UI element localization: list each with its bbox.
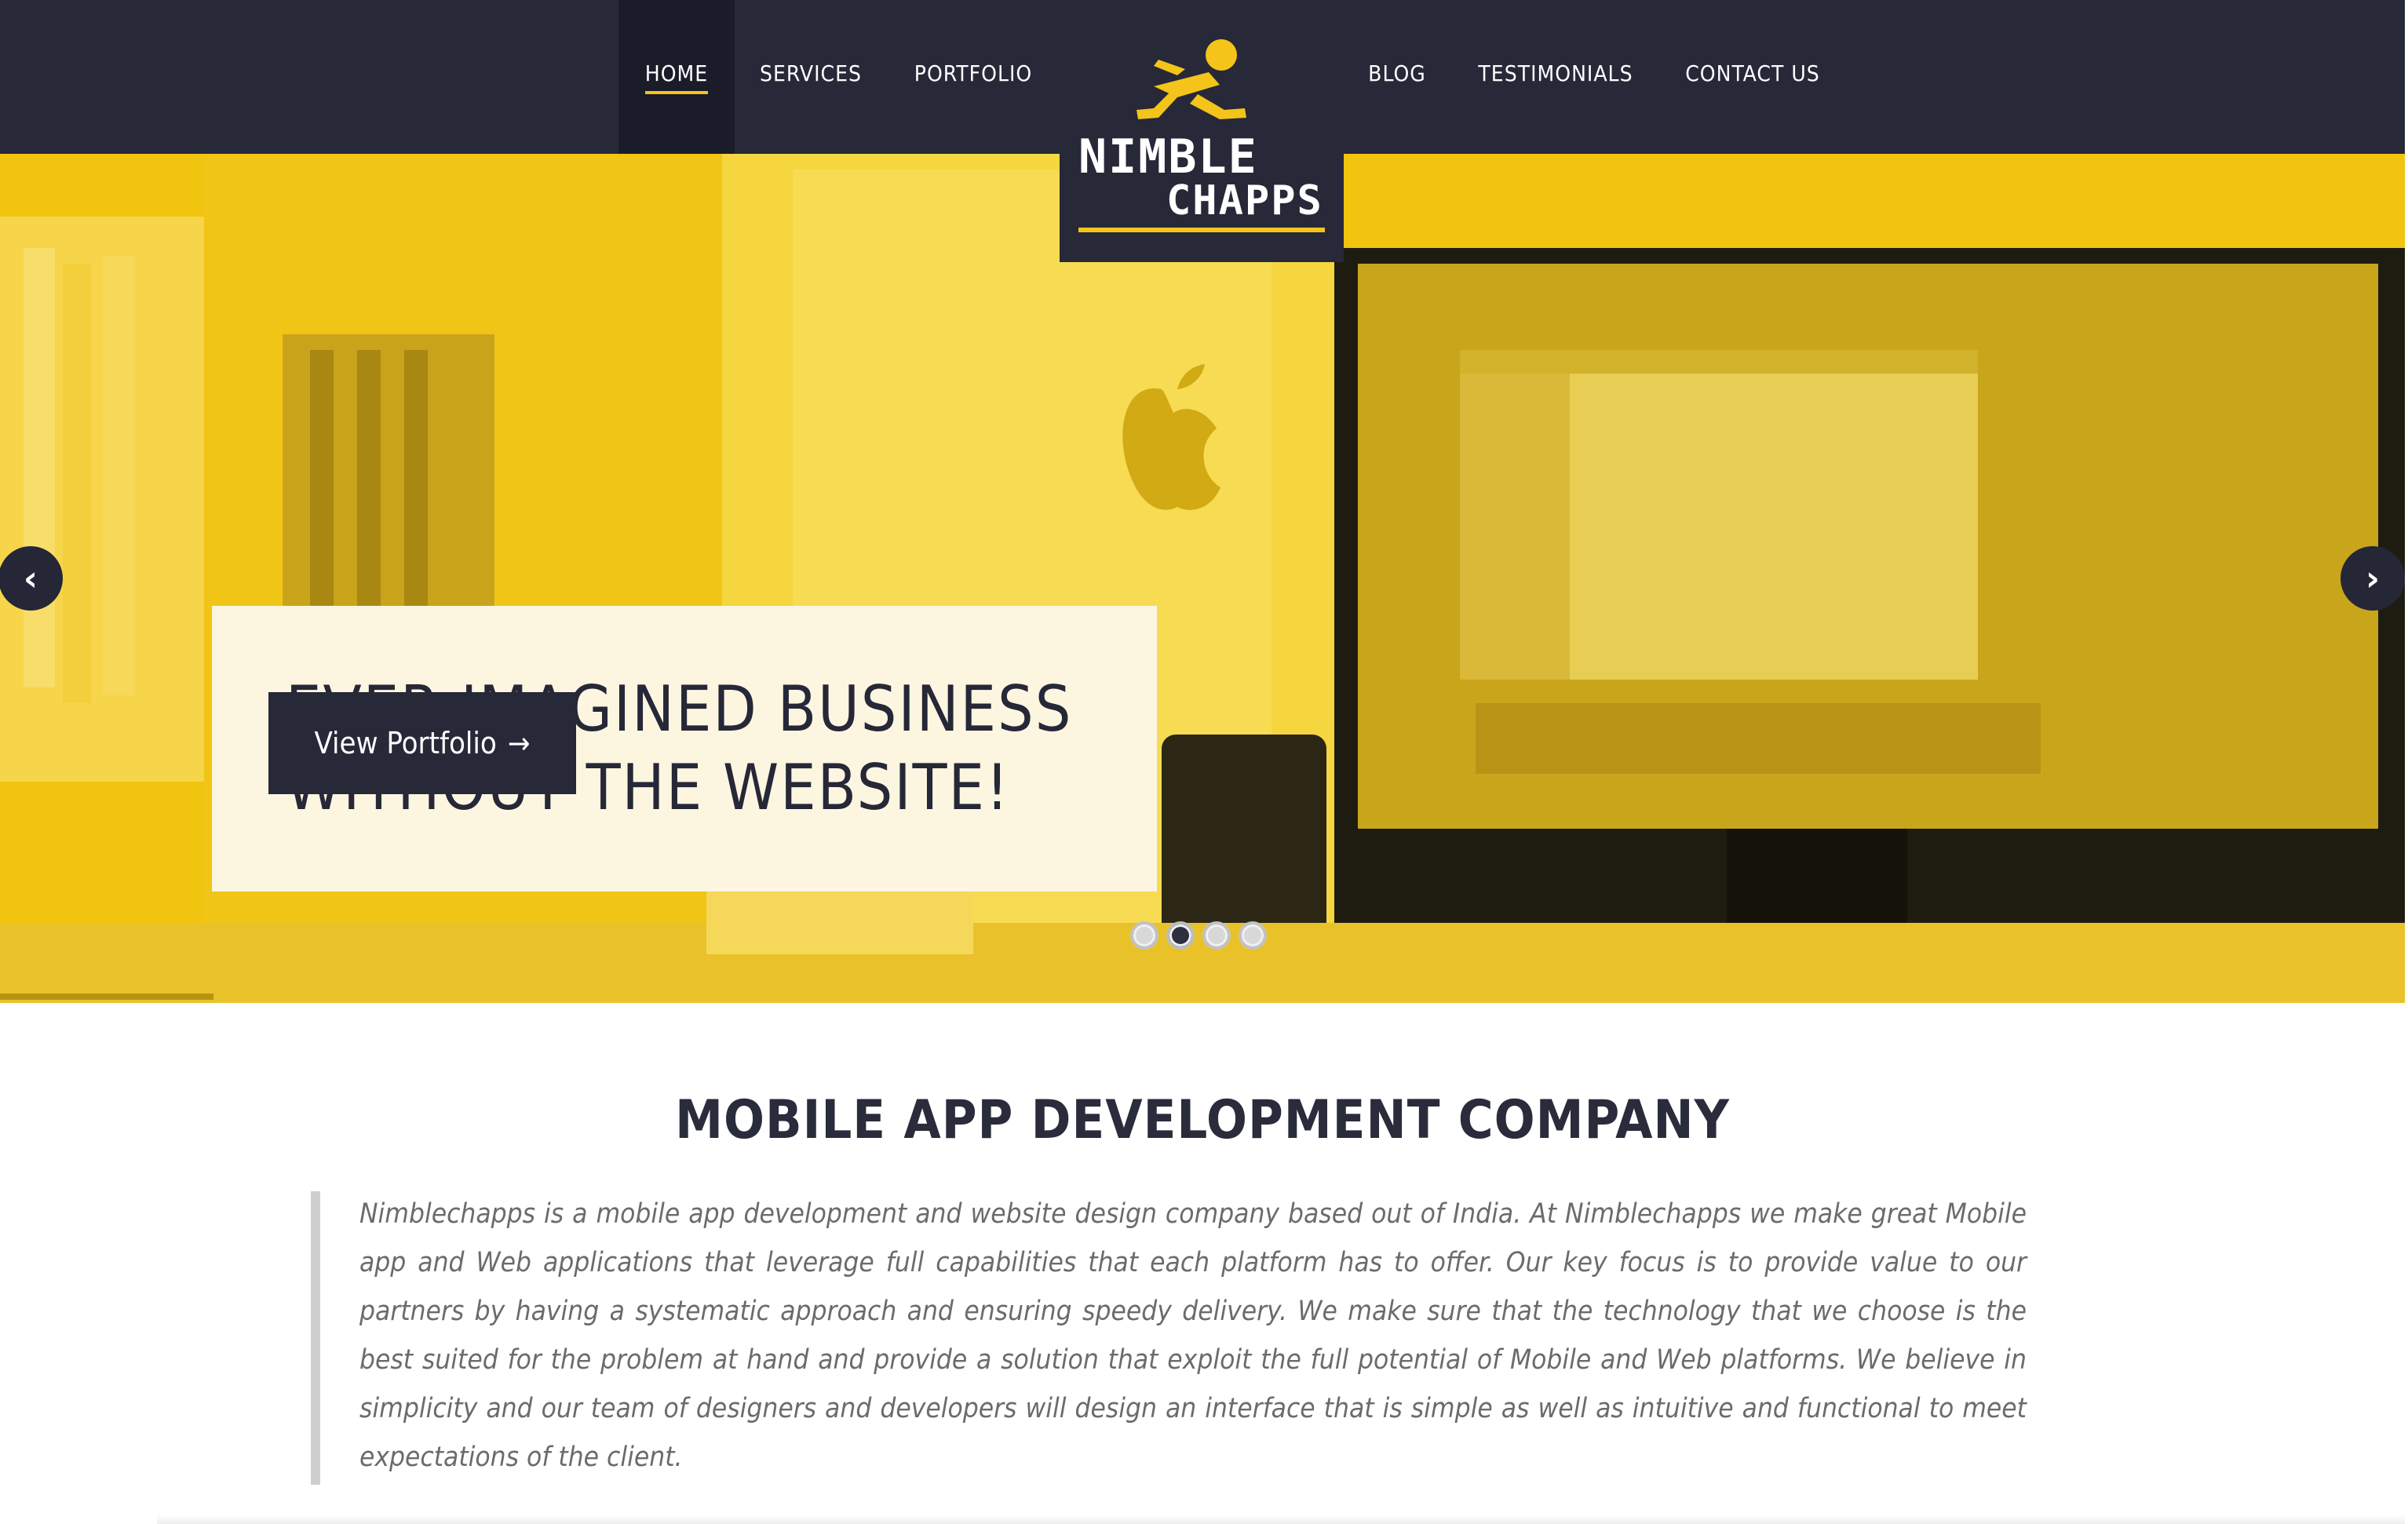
- section-heading: MOBILE APP DEVELOPMENT COMPANY: [675, 1089, 1730, 1151]
- nav-link-services[interactable]: SERVICES: [746, 0, 876, 154]
- arrow-right-icon: →: [507, 726, 531, 760]
- nav-link-portfolio[interactable]: PORTFOLIO: [903, 0, 1044, 154]
- hero-slider: ‹ › EVER IMAGINED BUSINESS WITHOUT THE W…: [0, 154, 2405, 1003]
- intro-paragraph: Nimblechapps is a mobile app development…: [359, 1198, 2027, 1473]
- running-man-icon: [1137, 39, 1246, 119]
- chevron-right-icon: ›: [2365, 558, 2381, 599]
- blockquote-border: [311, 1191, 320, 1485]
- site-logo[interactable]: NIMBLE CHAPPS: [1060, 0, 1344, 262]
- slider-dot-2[interactable]: [1166, 921, 1195, 950]
- nav-link-testimonials[interactable]: TESTIMONIALS: [1465, 0, 1647, 154]
- view-portfolio-label: View Portfolio: [314, 726, 497, 760]
- logo-line-1: NIMBLE: [1078, 129, 1258, 184]
- slider-prev-button[interactable]: ‹: [0, 546, 63, 611]
- nav-link-home[interactable]: HOME: [618, 0, 735, 154]
- nav-link-blog-label: BLOG: [1368, 60, 1426, 86]
- slider-dot-3[interactable]: [1202, 921, 1231, 950]
- chevron-left-icon: ‹: [23, 558, 38, 599]
- slider-dot-4[interactable]: [1239, 921, 1267, 950]
- nav-link-portfolio-label: PORTFOLIO: [914, 60, 1033, 86]
- slider-progress-bar: [0, 994, 213, 1000]
- nav-link-contact-us[interactable]: CONTACT US: [1672, 0, 1833, 154]
- view-portfolio-button[interactable]: View Portfolio →: [268, 692, 576, 794]
- slider-dot-1[interactable]: [1130, 921, 1158, 950]
- nav-link-blog[interactable]: BLOG: [1356, 0, 1438, 154]
- nav-link-home-label: HOME: [644, 60, 709, 94]
- nav-link-services-label: SERVICES: [759, 60, 863, 86]
- slider-pagination: [1130, 921, 1267, 950]
- nav-link-contact-us-label: CONTACT US: [1685, 60, 1820, 86]
- logo-line-2: CHAPPS: [1166, 177, 1323, 224]
- slider-next-button[interactable]: ›: [2341, 546, 2405, 611]
- page-fold-shadow: [157, 1515, 2405, 1524]
- logo-wordmark: NIMBLE CHAPPS: [1078, 129, 1325, 224]
- nav-link-testimonials-label: TESTIMONIALS: [1478, 60, 1633, 86]
- logo-underline: [1078, 228, 1325, 232]
